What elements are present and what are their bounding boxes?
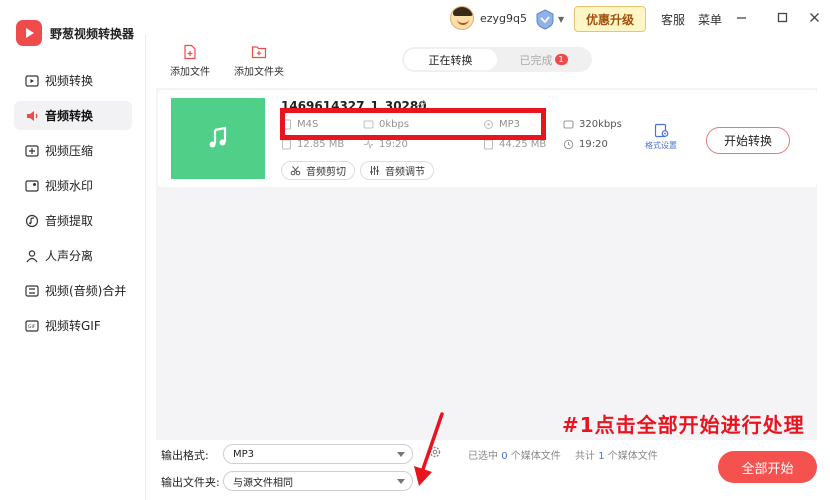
- maximize-button[interactable]: [774, 9, 790, 25]
- video-watermark-icon: [24, 178, 39, 193]
- target-size-icon: [484, 139, 493, 150]
- vip-status[interactable]: ▼: [534, 8, 564, 30]
- sidebar-item-video-convert[interactable]: 视频转换: [14, 66, 132, 95]
- video-compress-icon: [24, 143, 39, 158]
- output-folder-select[interactable]: 与源文件相同: [223, 471, 413, 491]
- brand: 野葱视频转换器: [16, 20, 134, 46]
- vip-badge-icon: [536, 9, 554, 30]
- gif-icon: GIF: [24, 318, 39, 333]
- target-bitrate: 320kbps: [563, 119, 622, 130]
- sidebar-item-video-compress[interactable]: 视频压缩: [14, 136, 132, 165]
- file-size-icon: [282, 139, 291, 150]
- scissors-icon: [290, 166, 301, 176]
- target-duration: 19:20: [563, 139, 608, 150]
- app-logo-icon: [16, 20, 42, 46]
- tab-done-label: 已完成: [519, 53, 553, 67]
- customer-service-link[interactable]: 客服: [661, 11, 685, 28]
- annotation-arrow-icon: [414, 412, 444, 486]
- selected-count-text: 已选中 0 个媒体文件: [468, 451, 561, 462]
- sidebar-item-video-watermark[interactable]: 视频水印: [14, 171, 132, 200]
- output-folder-label: 输出文件夹:: [161, 476, 220, 489]
- sidebar-nav: 视频转换 音频转换 视频压缩 视频水印 音频提取 人声分离 视频(音频)合并 G…: [14, 66, 132, 346]
- minimize-icon: [736, 16, 746, 19]
- done-count-badge: 1: [554, 54, 568, 65]
- target-bitrate-icon: [563, 120, 574, 129]
- merge-icon: [24, 283, 39, 298]
- file-list: 1469614327_1_30280 M4S 0kbps MP3 320kbps…: [156, 88, 817, 440]
- minimize-button[interactable]: [733, 9, 749, 25]
- menu-link[interactable]: 菜单: [698, 11, 722, 28]
- close-button[interactable]: [806, 9, 822, 25]
- sidebar-item-audio-convert[interactable]: 音频转换: [14, 101, 132, 130]
- add-file-button[interactable]: 添加文件: [170, 44, 210, 78]
- total-count: 1: [598, 451, 605, 462]
- audio-cut-button[interactable]: 音频剪切: [281, 161, 355, 180]
- avatar[interactable]: [450, 6, 474, 30]
- clock-icon: [563, 139, 574, 150]
- app-title: 野葱视频转换器: [50, 26, 135, 41]
- video-convert-icon: [24, 73, 39, 88]
- audio-convert-icon: [24, 108, 39, 123]
- add-folder-icon: [251, 46, 267, 59]
- audio-extract-icon: [24, 213, 39, 228]
- duration-icon: [364, 139, 373, 150]
- tab-done[interactable]: 已完成 1: [497, 49, 590, 70]
- user-profile[interactable]: ezyg9q5: [450, 6, 527, 30]
- sidebar-divider: [145, 34, 146, 500]
- total-count-text: 共计 1 个媒体文件: [575, 451, 658, 462]
- format-settings-icon: [654, 123, 668, 138]
- target-size: 44.25 MB: [483, 139, 546, 150]
- start-all-button[interactable]: 全部开始: [718, 451, 817, 483]
- status-tabs: 正在转换 已完成 1: [402, 47, 592, 72]
- selected-count: 0: [501, 451, 508, 462]
- audio-adjust-button[interactable]: 音频调节: [360, 161, 434, 180]
- equalizer-icon: [370, 166, 379, 175]
- annotation-highlight-box: [280, 108, 546, 140]
- sidebar-item-audio-extract[interactable]: 音频提取: [14, 206, 132, 235]
- music-note-icon: [209, 126, 227, 147]
- upgrade-button[interactable]: 优惠升级: [574, 6, 646, 32]
- maximize-icon: [777, 12, 787, 22]
- output-format-select[interactable]: MP3: [223, 444, 413, 464]
- chevron-down-icon: ▼: [558, 14, 565, 24]
- voice-separate-icon: [24, 248, 39, 263]
- close-icon: [809, 12, 819, 22]
- sidebar-item-merge[interactable]: 视频(音频)合并: [14, 276, 132, 305]
- sidebar-item-voice-separate[interactable]: 人声分离: [14, 241, 132, 270]
- output-format-label: 输出格式:: [161, 449, 209, 462]
- username: ezyg9q5: [480, 11, 528, 25]
- tab-converting[interactable]: 正在转换: [404, 49, 497, 70]
- source-duration: 19:20: [363, 139, 408, 150]
- annotation-text: #1点击全部开始进行处理: [562, 413, 805, 437]
- add-file-icon: [184, 44, 196, 60]
- sidebar-item-gif[interactable]: GIF 视频转GIF: [14, 311, 132, 340]
- start-convert-button[interactable]: 开始转换: [706, 127, 790, 154]
- audio-thumbnail: [171, 98, 265, 179]
- svg-text:GIF: GIF: [28, 324, 36, 330]
- source-size: 12.85 MB: [281, 139, 344, 150]
- add-folder-button[interactable]: 添加文件夹: [234, 44, 284, 78]
- format-settings-button[interactable]: 格式设置: [645, 123, 677, 151]
